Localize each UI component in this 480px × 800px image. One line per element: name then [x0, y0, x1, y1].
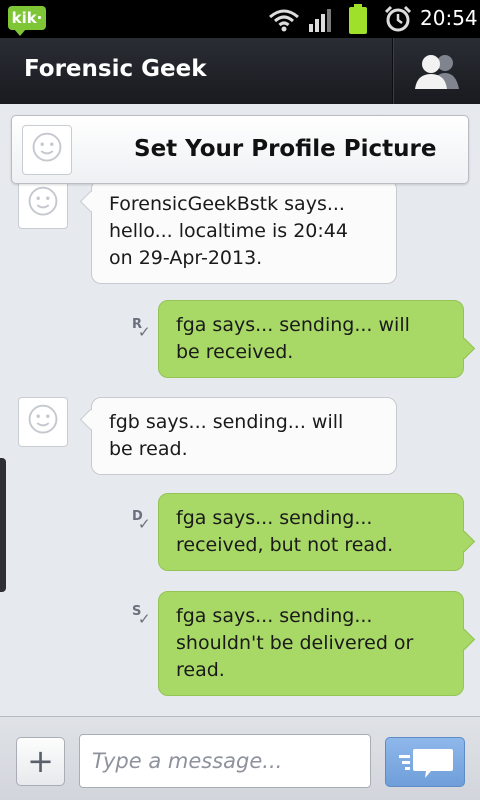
- message-bubble-outgoing[interactable]: fga says... sending... received, but not…: [158, 493, 464, 571]
- alarm-icon: [384, 5, 412, 32]
- page-title: Forensic Geek: [24, 56, 207, 82]
- chat-area[interactable]: ForensicGeekBstk says... hello... localt…: [0, 104, 480, 716]
- message-bubble-incoming[interactable]: ForensicGeekBstk says... hello... localt…: [91, 179, 397, 284]
- contacts-icon: [415, 55, 459, 89]
- receipt-sent: S ✓: [132, 604, 151, 628]
- set-profile-picture-banner[interactable]: Set Your Profile Picture: [11, 115, 469, 184]
- signal-icon: [309, 9, 331, 32]
- receipt-delivered: D ✓: [132, 509, 151, 533]
- send-button[interactable]: [385, 737, 465, 787]
- contact-avatar[interactable]: [18, 397, 68, 447]
- message-input[interactable]: [79, 734, 371, 788]
- add-attachment-button[interactable]: +: [16, 737, 65, 786]
- message-bubble-outgoing[interactable]: fga says... sending... shouldn't be deli…: [158, 591, 464, 696]
- contacts-button[interactable]: [396, 38, 480, 104]
- title-bar: Forensic Geek: [0, 38, 480, 104]
- profile-avatar-placeholder: [22, 125, 72, 175]
- battery-icon: [349, 4, 367, 34]
- message-bubble-incoming[interactable]: fgb says... sending... will be read.: [91, 397, 397, 475]
- wifi-icon: [269, 9, 299, 32]
- drawer-handle[interactable]: [0, 458, 6, 592]
- status-bar: kik· 20:54: [0, 0, 480, 38]
- composer-bar: +: [0, 716, 480, 800]
- contact-avatar[interactable]: [18, 179, 68, 229]
- send-icon: [399, 749, 453, 778]
- title-divider: [392, 38, 394, 104]
- receipt-read: R ✓: [132, 317, 151, 341]
- message-bubble-outgoing[interactable]: fga says... sending... will be received.: [158, 300, 464, 378]
- banner-label: Set Your Profile Picture: [134, 136, 437, 162]
- kik-icon: kik·: [8, 6, 46, 36]
- status-clock: 20:54: [420, 6, 478, 30]
